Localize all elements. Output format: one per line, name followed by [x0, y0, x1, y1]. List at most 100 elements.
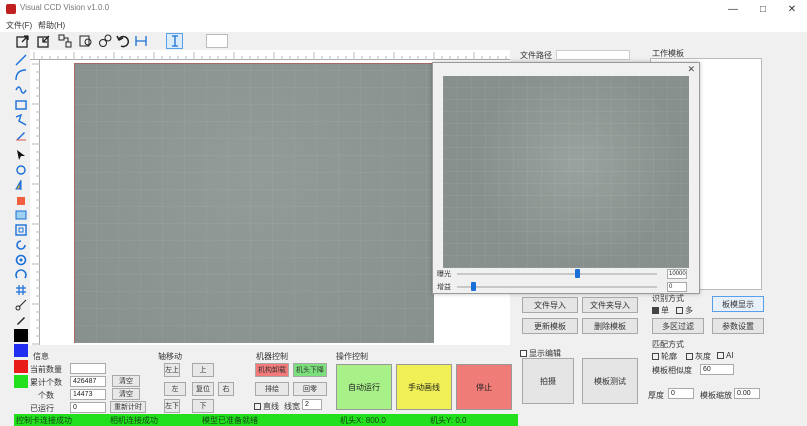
import-file-button[interactable]: 文件导入	[522, 297, 578, 313]
undo-icon[interactable]	[114, 33, 131, 49]
param-settings-button[interactable]: 参数设置	[712, 318, 764, 334]
line-checkbox[interactable]: 直线	[254, 401, 279, 412]
rotate-tool-icon[interactable]	[14, 238, 28, 252]
menu-help[interactable]: 帮助(H)	[38, 20, 65, 32]
ellipse-tool-icon[interactable]	[14, 268, 28, 282]
capture-button[interactable]: 拍摄	[522, 358, 574, 404]
match-contour-label: 轮廓	[661, 352, 677, 361]
mode-single-radio[interactable]: 单	[652, 305, 669, 316]
gain-value[interactable]: 0	[667, 282, 687, 292]
menu-file[interactable]: 文件(F)	[6, 20, 32, 32]
horizontal-ruler	[30, 50, 510, 60]
import-icon[interactable]	[35, 33, 52, 49]
file-path-field[interactable]	[556, 50, 630, 60]
curve-tool-icon[interactable]	[14, 83, 28, 97]
jog-right-button[interactable]: 右	[218, 382, 234, 396]
camera-preview-window: ✕ 曝光 10000 增益 0	[432, 62, 700, 294]
machine-home-button[interactable]: 回零	[293, 382, 327, 396]
similarity-label: 模板相似度	[652, 366, 692, 375]
group-icon[interactable]	[56, 33, 73, 49]
arc-tool-icon[interactable]	[14, 68, 28, 82]
match-contour-checkbox[interactable]: 轮廓	[652, 351, 677, 362]
region-filter-button[interactable]: 多区过滤	[652, 318, 704, 334]
jog-down-left-button[interactable]: 左下	[164, 399, 180, 413]
update-template-button[interactable]: 更新模板	[522, 318, 578, 334]
minimize-button[interactable]: —	[718, 0, 748, 20]
color-green-swatch[interactable]	[14, 375, 28, 388]
clear-count-button[interactable]: 清空	[112, 388, 140, 400]
maximize-button[interactable]: □	[748, 0, 778, 20]
mode-group-label: 识别方式	[652, 294, 684, 303]
color-blue-swatch[interactable]	[14, 344, 28, 357]
text-cursor-icon[interactable]	[166, 33, 183, 49]
copy-icon[interactable]	[77, 33, 94, 49]
rect-tool-icon[interactable]	[14, 98, 28, 112]
zoom-value-field[interactable]: 0.00	[734, 388, 760, 399]
color-black-swatch[interactable]	[14, 329, 28, 342]
grid-tool-icon[interactable]	[14, 283, 28, 297]
jog-up-button[interactable]: 上	[192, 363, 214, 377]
frame-tool-icon[interactable]	[14, 223, 28, 237]
fill-tool-icon[interactable]	[14, 193, 28, 207]
select-tool-icon[interactable]	[14, 148, 28, 162]
info-runtime-label: 已运行	[30, 404, 54, 413]
status-model: 模型已准备就绪	[202, 416, 258, 425]
machine-lower-button[interactable]: 机头下降	[293, 363, 327, 377]
template-test-button[interactable]: 模板测试	[582, 358, 638, 404]
app-window: Visual CCD Vision v1.0.0 — □ ✕ 文件(F) 帮助(…	[0, 0, 807, 426]
pen-tool-icon[interactable]	[14, 128, 28, 142]
gain-slider[interactable]	[457, 286, 657, 288]
machine-unload-button[interactable]: 机构卸载	[255, 363, 289, 377]
horizontal-ruler-ticks	[33, 52, 507, 60]
info-total-label: 累计个数	[30, 378, 62, 387]
machine-draw-button[interactable]: 排绘	[255, 382, 289, 396]
exposure-value[interactable]: 10000	[667, 269, 687, 279]
reset-timer-button[interactable]: 重新计时	[110, 401, 146, 413]
info-runtime-value: 0	[70, 402, 106, 413]
gain-slider-thumb[interactable]	[471, 282, 476, 291]
jog-reset-button[interactable]: 复位	[192, 382, 214, 396]
clear-total-button[interactable]: 清空	[112, 375, 140, 387]
color-red-swatch[interactable]	[14, 360, 28, 373]
auto-run-button[interactable]: 自动运行	[336, 364, 392, 410]
info-count-label: 个数	[38, 391, 54, 400]
zoom-field[interactable]	[206, 34, 228, 48]
cut-tool-icon[interactable]	[14, 298, 28, 312]
thickness-label: 厚度	[648, 391, 664, 400]
polyline-tool-icon[interactable]	[14, 113, 28, 127]
thickness-field[interactable]: 0	[668, 388, 694, 399]
fit-width-icon[interactable]	[132, 33, 149, 49]
status-controller: 控制卡连接成功	[16, 416, 72, 425]
edit-tool-icon[interactable]	[14, 313, 28, 327]
mode-single-label: 单	[661, 306, 669, 315]
jog-left-button[interactable]: 左	[164, 382, 186, 396]
jog-up-left-button[interactable]: 左上	[164, 363, 180, 377]
exposure-slider[interactable]	[457, 273, 657, 275]
copy-settings-icon[interactable]	[96, 33, 113, 49]
mirror-tool-icon[interactable]	[14, 178, 28, 192]
circle-tool-icon[interactable]	[14, 253, 28, 267]
sheet-display-button[interactable]: 板模显示	[712, 296, 764, 312]
node-tool-icon[interactable]	[14, 163, 28, 177]
exposure-slider-thumb[interactable]	[575, 269, 580, 278]
close-button[interactable]: ✕	[777, 0, 807, 20]
export-icon[interactable]	[14, 33, 31, 49]
jog-title: 轴移动	[158, 352, 182, 361]
stop-button[interactable]: 停止	[456, 364, 512, 410]
match-ai-checkbox[interactable]: AI	[717, 351, 734, 360]
top-toolbar	[0, 32, 230, 50]
title-bar: Visual CCD Vision v1.0.0 — □ ✕	[0, 0, 807, 20]
preview-close-button[interactable]: ✕	[687, 64, 695, 75]
line-tool-icon[interactable]	[14, 53, 28, 67]
match-gray-checkbox[interactable]: 灰度	[686, 351, 711, 362]
manual-draw-button[interactable]: 手动画线	[396, 364, 452, 410]
line-checkbox-label: 直线	[263, 402, 279, 411]
mode-multi-radio[interactable]: 多	[676, 305, 693, 316]
delete-template-button[interactable]: 删除模板	[582, 318, 638, 334]
line-width-field[interactable]: 2	[302, 399, 322, 410]
jog-down-button[interactable]: 下	[192, 399, 214, 413]
similarity-select[interactable]: 60	[700, 364, 734, 375]
import-folder-button[interactable]: 文件夹导入	[582, 297, 638, 313]
image-tool-icon[interactable]	[14, 208, 28, 222]
info-current-value	[70, 363, 106, 374]
